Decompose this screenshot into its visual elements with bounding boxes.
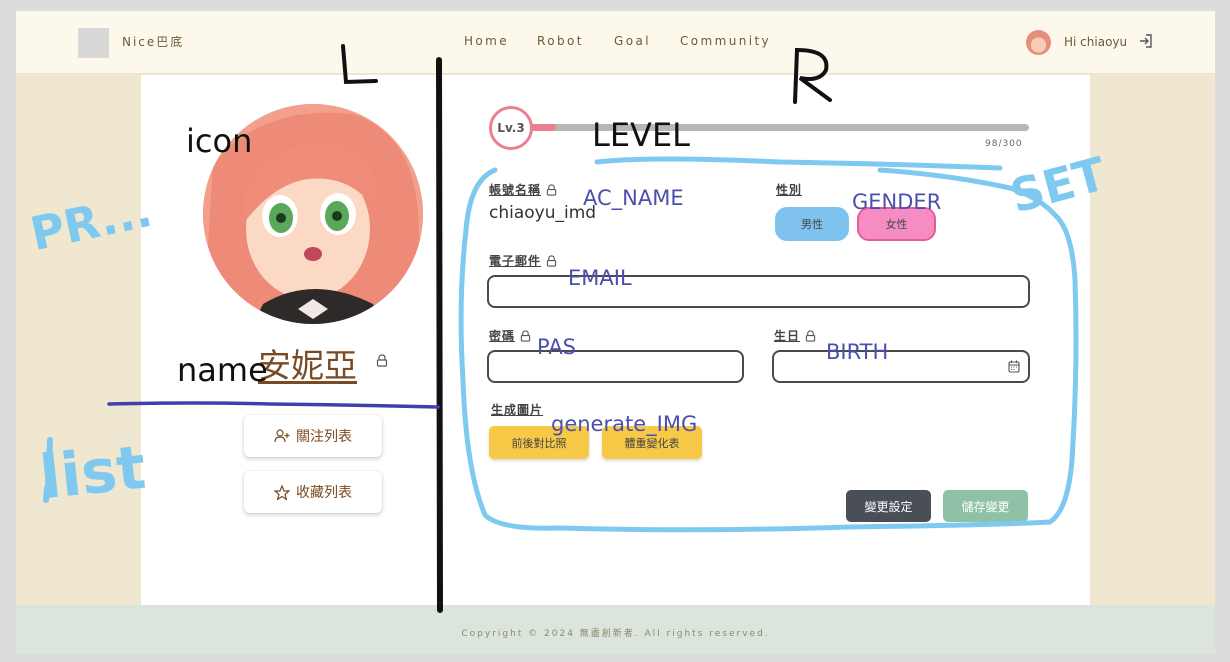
- logo-placeholder[interactable]: [78, 28, 109, 58]
- account-name-value: chiaoyu_imd: [489, 203, 597, 223]
- generate-image-label: 生成圖片: [491, 401, 543, 418]
- follow-list-button[interactable]: 關注列表: [244, 415, 382, 457]
- footer: Copyright © 2024 無盡創新者. All rights reser…: [16, 605, 1215, 654]
- add-user-icon: [274, 429, 290, 443]
- nav-community[interactable]: Community: [680, 34, 771, 48]
- weight-chart-button[interactable]: 體重變化表: [602, 426, 702, 459]
- favorite-list-label: 收藏列表: [296, 485, 352, 501]
- level-badge: Lv.3: [489, 106, 533, 150]
- logout-icon[interactable]: [1139, 33, 1153, 49]
- before-after-button[interactable]: 前後對比照: [489, 426, 589, 459]
- gender-male-button[interactable]: 男性: [775, 207, 849, 241]
- generate-image-label-text: 生成圖片: [491, 403, 544, 417]
- password-field[interactable]: [487, 350, 744, 383]
- email-label-text: 電子郵件: [489, 254, 542, 268]
- calendar-icon[interactable]: [1008, 360, 1020, 373]
- user-avatar[interactable]: [1026, 30, 1051, 55]
- gender-label-text: 性別: [776, 183, 803, 197]
- copyright-text: Copyright © 2024 無盡創新者. All rights reser…: [461, 629, 770, 639]
- email-field[interactable]: [487, 275, 1030, 308]
- brand-name[interactable]: Nice巴底: [122, 33, 184, 50]
- birth-label: 生日: [774, 327, 816, 344]
- app-frame: Nice巴底 Home Robot Goal Community Hi chia…: [16, 11, 1215, 654]
- lock-icon: [805, 329, 816, 342]
- lock-icon: [546, 254, 557, 267]
- level-progress-bar: [515, 124, 1029, 131]
- gender-female-button[interactable]: 女性: [857, 207, 936, 241]
- password-label: 密碼: [489, 327, 531, 344]
- nav-robot[interactable]: Robot: [537, 34, 584, 48]
- user-greeting[interactable]: Hi chiaoyu: [1064, 35, 1127, 49]
- gender-label: 性別: [776, 181, 802, 198]
- account-name-label: 帳號名稱: [489, 181, 557, 198]
- email-label: 電子郵件: [489, 252, 557, 269]
- star-icon: [274, 484, 290, 500]
- avatar-illustration: [203, 104, 423, 324]
- favorite-list-button[interactable]: 收藏列表: [244, 471, 382, 513]
- xp-text: 98/300: [985, 139, 1023, 149]
- top-navbar: Nice巴底 Home Robot Goal Community Hi chia…: [16, 11, 1215, 74]
- profile-avatar[interactable]: [203, 104, 423, 324]
- account-name-label-text: 帳號名稱: [489, 183, 542, 197]
- nav-goal[interactable]: Goal: [614, 34, 651, 48]
- lock-icon: [520, 329, 531, 342]
- lock-icon: [376, 354, 388, 367]
- nav-home[interactable]: Home: [464, 34, 509, 48]
- birth-label-text: 生日: [774, 329, 801, 343]
- follow-list-label: 關注列表: [296, 429, 352, 445]
- change-settings-button[interactable]: 變更設定: [846, 490, 931, 522]
- profile-name: 安妮亞: [258, 346, 357, 385]
- save-changes-button[interactable]: 儲存變更: [943, 490, 1028, 522]
- lock-icon: [546, 183, 557, 196]
- password-label-text: 密碼: [489, 329, 516, 343]
- birth-date-field[interactable]: [772, 350, 1030, 383]
